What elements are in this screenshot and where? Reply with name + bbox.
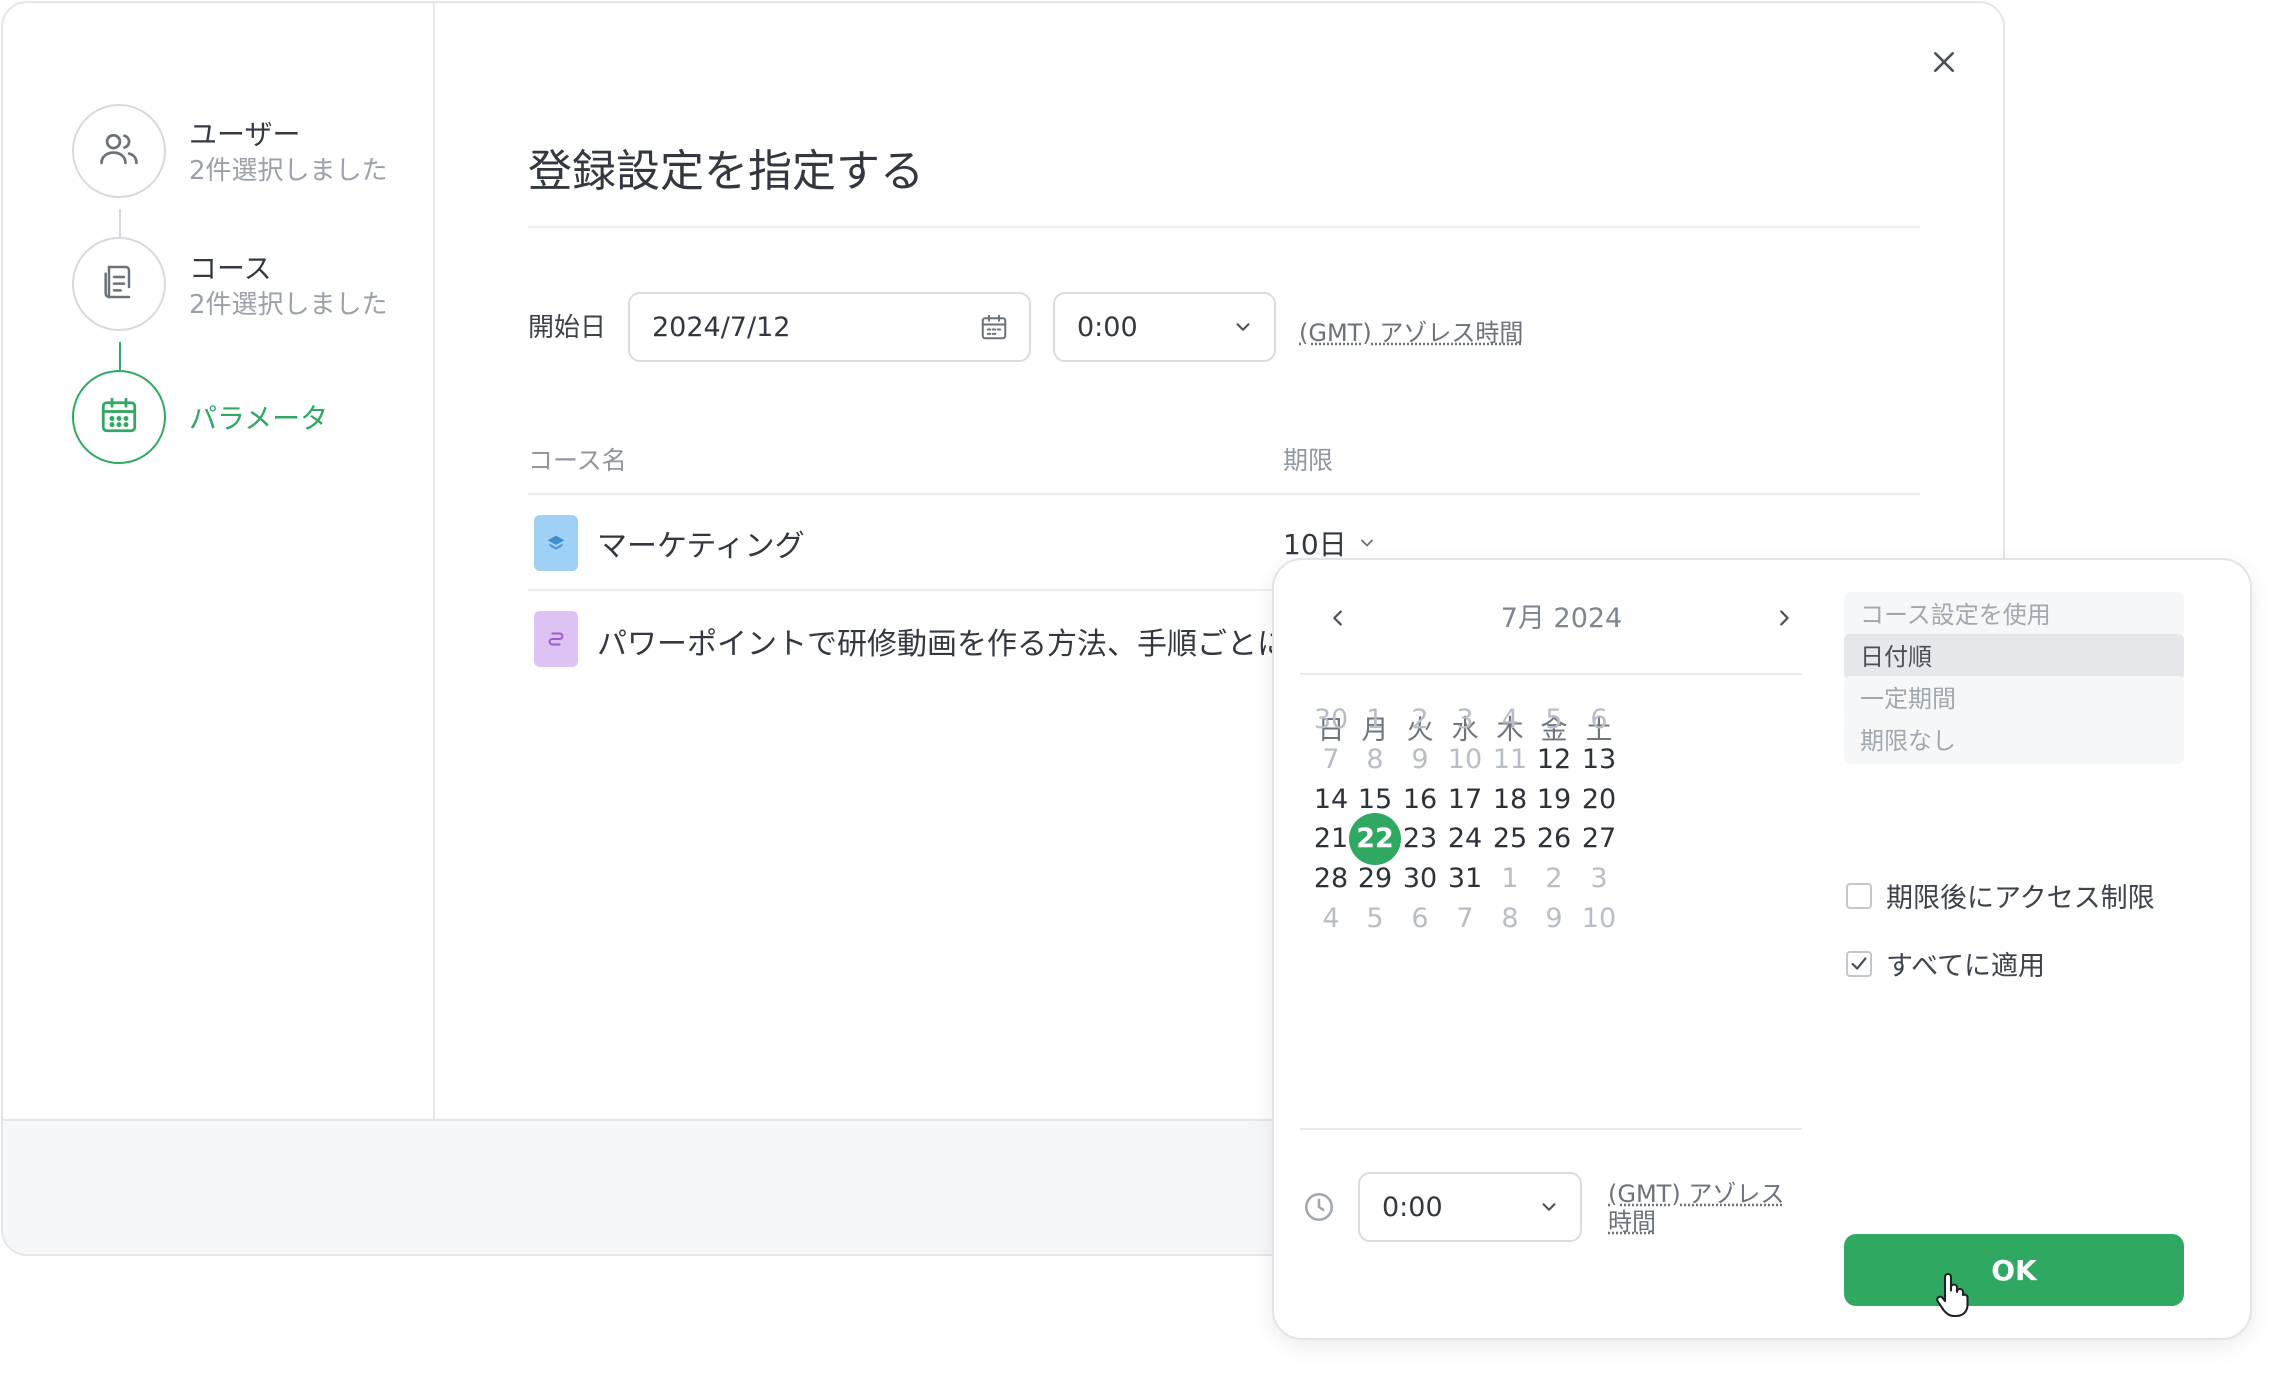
stepper-sidebar: ユーザー 2件選択しました コース 2件選択しました パラメータ xyxy=(3,3,435,1119)
calendar-divider xyxy=(1300,1128,1802,1130)
users-icon xyxy=(97,127,141,175)
deadline-type-option[interactable]: 一定期間 xyxy=(1844,676,2184,722)
start-date-label: 開始日 xyxy=(528,313,607,343)
step-connector-active xyxy=(119,342,121,370)
deadline-time-value: 0:00 xyxy=(1382,1191,1443,1223)
table-divider xyxy=(528,493,1920,495)
chevron-down-icon xyxy=(1232,316,1254,338)
divider xyxy=(528,226,1920,228)
start-time-select[interactable]: 0:00 xyxy=(1053,292,1276,362)
step-users-title: ユーザー xyxy=(189,118,301,151)
step-parameters[interactable] xyxy=(72,370,166,464)
ok-button[interactable]: OK xyxy=(1844,1234,2184,1306)
hand-cursor-icon xyxy=(1933,1270,1969,1324)
step-courses-title: コース xyxy=(189,252,272,285)
step-users-subtitle: 2件選択しました xyxy=(189,156,388,186)
chevron-down-icon xyxy=(1538,1196,1560,1218)
column-header-deadline: 期限 xyxy=(1283,446,1334,475)
apply-all-label: すべてに適用 xyxy=(1886,951,2046,982)
apply-all-checkbox[interactable]: すべてに適用 xyxy=(1846,944,2045,983)
course-icon xyxy=(534,515,578,571)
timezone-link[interactable]: (GMT) アゾレス時間 xyxy=(1299,313,1523,348)
timezone-link[interactable]: (GMT) アゾレス時間 xyxy=(1608,1180,1808,1236)
restrict-access-checkbox[interactable]: 期限後にアクセス制限 xyxy=(1846,876,2155,915)
calendar-divider xyxy=(1300,673,1802,675)
step-courses-subtitle: 2件選択しました xyxy=(189,290,388,320)
step-parameters-title: パラメータ xyxy=(189,402,329,435)
deadline-date-picker: 7月 2024 日月火水木金土 30 1 2 3 4 5 6 7 8 9 10 11 12 13 14 15 1… xyxy=(1272,558,2252,1340)
course-name: パワーポイントで研修動画を作る方法、手順ごとに解説 xyxy=(597,627,1277,662)
checkbox-checked xyxy=(1846,950,1872,977)
calendar-icon xyxy=(98,394,140,440)
page-title: 登録設定を指定する xyxy=(528,146,924,197)
course-name: マーケティング xyxy=(597,529,805,564)
start-time-value: 0:00 xyxy=(1077,311,1138,343)
column-header-course: コース名 xyxy=(528,446,627,475)
month-label: 7月 2024 xyxy=(1500,603,1623,634)
start-date-input[interactable]: 2024/7/12 xyxy=(628,292,1031,362)
deadline-type-option[interactable]: 日付順 xyxy=(1844,634,2184,680)
step-courses[interactable] xyxy=(72,237,166,331)
deadline-type-option[interactable]: 期限なし xyxy=(1844,718,2184,764)
start-date-value: 2024/7/12 xyxy=(652,311,791,343)
restrict-access-label: 期限後にアクセス制限 xyxy=(1886,883,2155,914)
chevron-down-icon xyxy=(1357,527,1377,560)
close-icon xyxy=(1931,49,1957,79)
next-month-button[interactable] xyxy=(1764,600,1804,640)
deadline-type-option[interactable]: コース設定を使用 xyxy=(1844,592,2184,638)
clock-icon xyxy=(1302,1190,1336,1228)
document-icon xyxy=(99,260,139,308)
calendar-picker-icon[interactable] xyxy=(979,312,1009,342)
calendar-day[interactable]: 10 xyxy=(1573,893,1625,945)
deadline-time-select[interactable]: 0:00 xyxy=(1358,1172,1582,1242)
step-users[interactable] xyxy=(72,104,166,198)
deadline-dropdown[interactable]: 10日 xyxy=(1283,523,1377,563)
deadline-value: 10日 xyxy=(1283,528,1347,561)
checkbox-unchecked xyxy=(1846,882,1872,909)
course-icon xyxy=(534,611,578,667)
step-connector xyxy=(119,209,121,237)
close-button[interactable] xyxy=(1923,43,1965,85)
chevron-right-icon xyxy=(1773,607,1795,633)
